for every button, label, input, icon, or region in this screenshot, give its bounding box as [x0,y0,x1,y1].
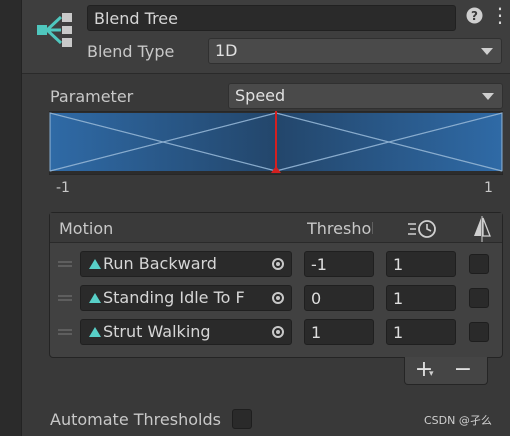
help-icon[interactable]: ? [466,7,483,24]
chevron-down-icon [481,48,493,55]
animation-clip-icon [89,327,101,337]
mirror-checkbox[interactable] [469,288,489,308]
reorder-handle-icon[interactable] [58,329,72,335]
motion-field-run-backward[interactable]: Run Backward [80,251,292,277]
threshold-column-header: Threshold [307,219,373,238]
motion-field-standing-idle[interactable]: Standing Idle To F [80,285,292,311]
blend-type-value: 1D [215,41,238,60]
threshold-input[interactable]: 1 [304,319,374,345]
help-symbol: ? [471,9,478,23]
mirror-checkbox[interactable] [469,322,489,342]
mirror-checkbox[interactable] [469,254,489,274]
watermark-text: CSDN @孑么 [424,414,492,427]
left-panel-edge [0,0,22,436]
object-picker-icon[interactable] [272,292,284,304]
remove-motion-button[interactable]: − [450,357,476,385]
chevron-down-icon [482,93,494,100]
reorder-handle-icon[interactable] [58,261,72,267]
graph-max-label: 1 [484,180,493,196]
mirror-icon [474,216,491,242]
time-scale-input[interactable]: 1 [386,251,456,277]
automate-thresholds-label: Automate Thresholds [50,410,221,429]
threshold-input[interactable]: -1 [304,251,374,277]
motion-name: Run Backward [103,254,217,273]
blend-graph[interactable] [49,111,503,175]
context-menu-icon[interactable]: ⋮ [490,3,510,29]
motion-column-header: Motion [59,219,114,238]
parameter-dropdown[interactable]: Speed [228,83,503,109]
blend-type-label: Blend Type [87,42,175,61]
motion-field-strut-walking[interactable]: Strut Walking [80,319,292,345]
object-picker-icon[interactable] [272,326,284,338]
animation-clip-icon [89,293,101,303]
blend-tree-name-input[interactable]: Blend Tree [87,5,456,31]
object-picker-icon[interactable] [272,258,284,270]
time-scale-icon [408,220,436,238]
threshold-input[interactable]: 0 [304,285,374,311]
motion-name: Strut Walking [103,322,211,341]
minus-icon: − [453,357,473,382]
parameter-label: Parameter [50,87,134,106]
parameter-value: Speed [235,86,286,105]
automate-thresholds-checkbox[interactable] [232,409,252,429]
graph-min-label: -1 [56,180,70,196]
blend-type-dropdown[interactable]: 1D [208,38,502,64]
reorder-handle-icon[interactable] [58,295,72,301]
time-scale-input[interactable]: 1 [386,285,456,311]
time-scale-input[interactable]: 1 [386,319,456,345]
add-dropdown-indicator-icon: ▾ [429,369,434,379]
blend-tree-node-icon [37,13,72,47]
animation-clip-icon [89,259,101,269]
motion-name: Standing Idle To F [103,288,245,307]
